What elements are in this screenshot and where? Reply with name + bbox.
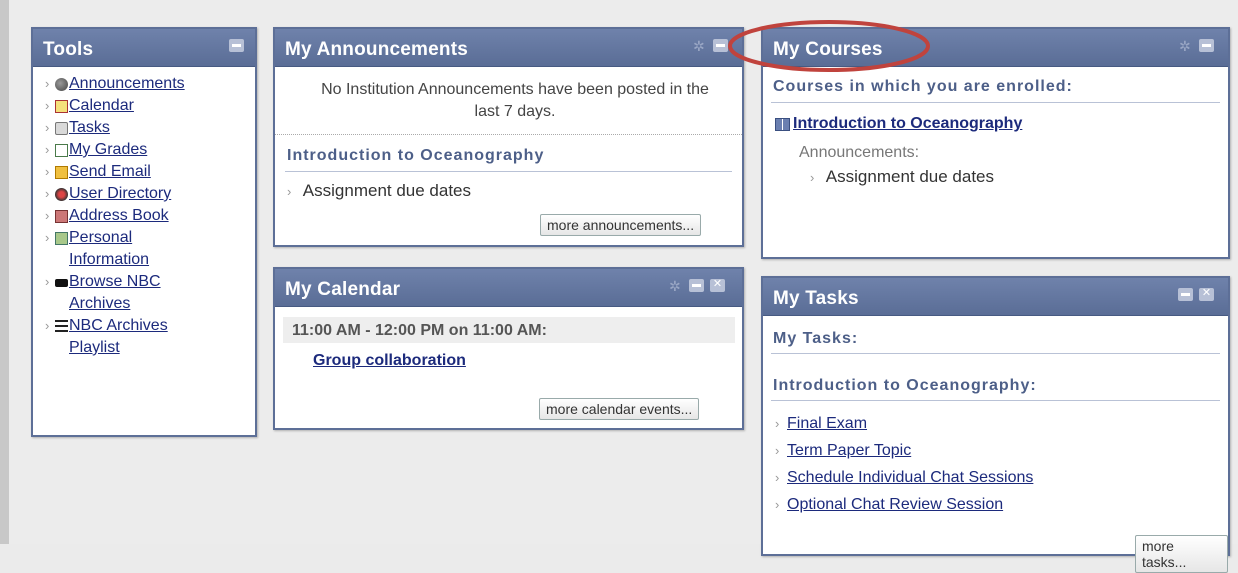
gear-icon[interactable]: ✲ [1179,38,1191,55]
tasks-icon [55,122,68,135]
divider [771,353,1220,354]
calendar-header: My Calendar ✲ [275,269,742,307]
tools-item-nbc-archives: › Browse NBC Archives [45,271,255,315]
tasks-module: My Tasks My Tasks: Introduction to Ocean… [761,276,1230,573]
chevron-right-icon: › [775,443,780,458]
course-book-icon [775,118,790,131]
announcement-item: › Assignment due dates [287,181,471,201]
tools-link-calendar[interactable]: Calendar [69,97,134,114]
course-link-oceanography[interactable]: Introduction to Oceanography [793,115,1022,133]
tools-item-playlist: › NBC Archives Playlist [45,315,255,359]
courses-title: My Courses [773,39,883,60]
tools-item-tasks: › Tasks [45,117,255,139]
calendar-title: My Calendar [285,279,401,300]
tools-link-user-directory[interactable]: User Directory [69,185,171,202]
tools-module: Tools › Announcements › Calendar › Tasks › M… [31,27,257,437]
courses-module: My Courses ✲ Courses in which you are en… [761,27,1230,259]
calendar-event-link[interactable]: Group collaboration [313,352,466,370]
task-item: › Final Exam [775,410,1033,437]
announcements-title: My Announcements [285,39,469,60]
tools-link-grades[interactable]: My Grades [69,141,147,158]
close-icon[interactable] [710,277,725,292]
announcement-item-text: Assignment due dates [302,181,472,200]
task-item: › Term Paper Topic [775,437,1033,464]
announcements-header: My Announcements ✲ [275,29,742,67]
tools-link-email[interactable]: Send Email [69,163,151,180]
more-tasks-button[interactable]: more tasks... [1135,535,1228,573]
more-announcements-button[interactable]: more announcements... [540,214,702,236]
courses-header: My Courses ✲ [763,29,1228,67]
announcements-notice: No Institution Announcements have been p… [321,81,709,120]
divider [771,102,1220,103]
minimize-icon[interactable] [713,39,728,52]
calendar-time: 11:00 AM - 12:00 PM on 11:00 AM: [292,322,547,339]
task-link-chat-review[interactable]: Optional Chat Review Session [787,496,1003,513]
tasks-list: › Final Exam › Term Paper Topic › Schedule … [775,410,1033,518]
tools-header: Tools [33,29,255,67]
minimize-icon[interactable] [1178,288,1193,301]
tools-item-grades: › My Grades [45,139,255,161]
tools-item-announcements: › Announcements [45,73,255,95]
announcements-course: Introduction to Oceanography [287,147,545,164]
tasks-course-label: Introduction to Oceanography: [773,377,1037,394]
course-announcements-label: Announcements: [799,144,920,161]
task-link-term-paper[interactable]: Term Paper Topic [787,442,911,459]
tools-item-address-book: › Address Book [45,205,255,227]
address-book-icon [55,210,68,223]
minimize-icon[interactable] [689,279,704,292]
minimize-icon[interactable] [1199,39,1214,52]
divider [275,134,742,135]
course-announcement-text: Assignment due dates [825,167,995,186]
course-announcement-item: › Assignment due dates [810,167,994,187]
announcements-module: My Announcements ✲ No Institution Announ… [273,27,744,247]
chevron-right-icon: › [775,497,780,512]
task-item: › Schedule Individual Chat Sessions [775,464,1033,491]
tools-link-personal-info[interactable]: Personal Information [69,229,149,268]
tasks-my-tasks-label: My Tasks: [773,330,859,347]
divider [771,400,1220,401]
tools-link-address-book[interactable]: Address Book [69,207,169,224]
left-edge-bar [0,0,9,544]
tools-link-nbc-archives[interactable]: Browse NBC Archives [69,273,161,312]
personal-info-icon [55,232,68,245]
divider [285,171,732,172]
tools-list: › Announcements › Calendar › Tasks › My Grad… [33,67,255,359]
tools-item-email: › Send Email [45,161,255,183]
calendar-module: My Calendar ✲ 11:00 AM - 12:00 PM on 11:… [273,267,744,430]
gear-icon[interactable]: ✲ [669,278,681,295]
task-link-chat-sessions[interactable]: Schedule Individual Chat Sessions [787,469,1033,486]
task-link-final-exam[interactable]: Final Exam [787,415,867,432]
more-calendar-events-button[interactable]: more calendar events... [539,398,700,420]
tasks-header: My Tasks [763,278,1228,316]
nbc-archives-icon [55,279,68,287]
tools-link-playlist[interactable]: NBC Archives Playlist [69,317,168,356]
courses-subtitle: Courses in which you are enrolled: [773,78,1073,95]
chevron-right-icon: › [775,470,780,485]
chevron-right-icon: › [287,184,292,199]
minimize-icon[interactable] [229,39,244,52]
user-directory-icon [55,188,68,201]
chevron-right-icon: › [775,416,780,431]
close-icon[interactable] [1199,286,1214,301]
tools-item-user-directory: › User Directory [45,183,255,205]
tasks-title: My Tasks [773,288,859,309]
grades-icon [55,144,68,157]
task-item: › Optional Chat Review Session [775,491,1033,518]
tools-item-personal-info: › Personal Information [45,227,255,271]
announcements-icon [55,78,68,91]
playlist-icon [55,320,68,333]
tools-link-tasks[interactable]: Tasks [69,119,110,136]
email-icon [55,166,68,179]
tools-title: Tools [43,39,94,60]
calendar-icon [55,100,68,113]
tools-item-calendar: › Calendar [45,95,255,117]
tools-link-announcements[interactable]: Announcements [69,75,185,92]
gear-icon[interactable]: ✲ [693,38,705,55]
chevron-right-icon: › [810,170,815,185]
